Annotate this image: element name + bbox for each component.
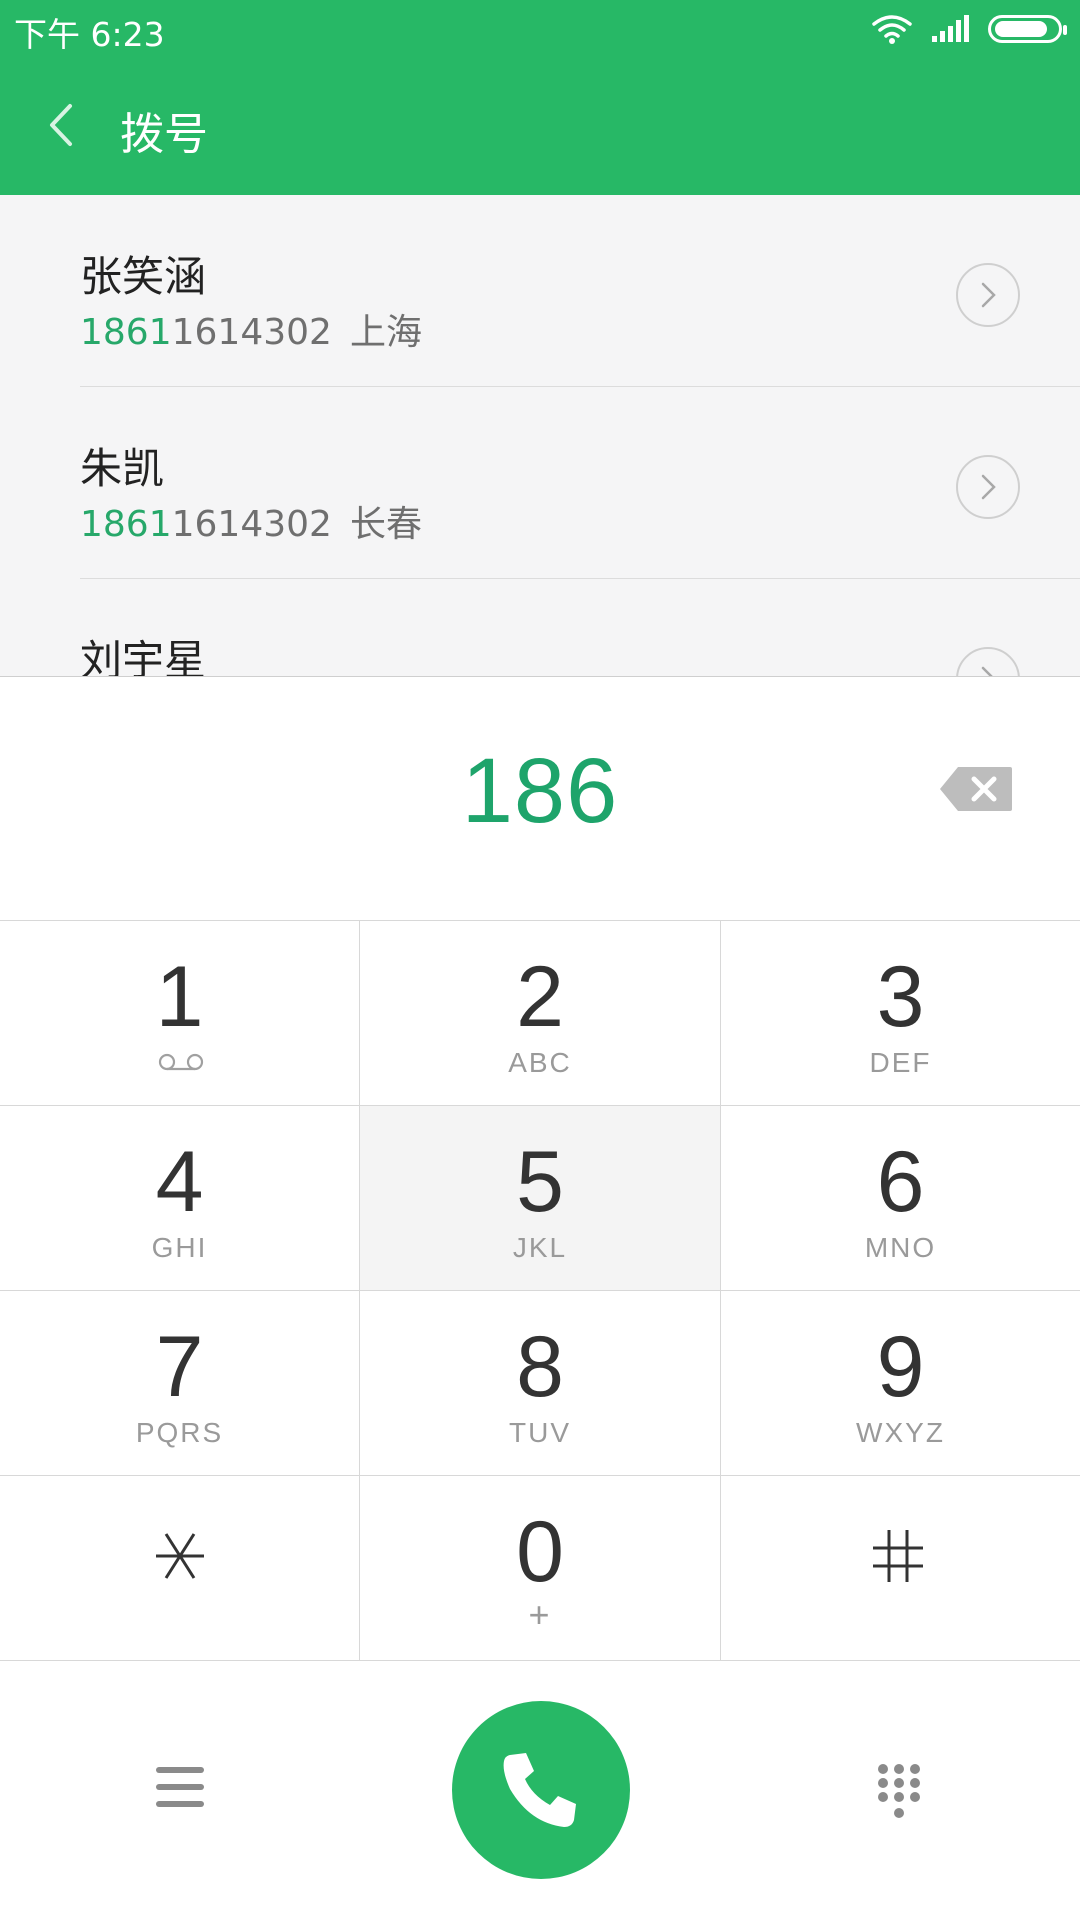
menu-icon[interactable]: [156, 1765, 204, 1809]
chevron-right-icon: [981, 282, 996, 308]
key-letters: WXYZ: [856, 1417, 945, 1448]
key-8[interactable]: 8 TUV: [360, 1291, 721, 1476]
phone-icon: [503, 1753, 576, 1827]
key-4[interactable]: 4 GHI: [0, 1106, 360, 1291]
key-digit: 7: [155, 1319, 204, 1415]
dialpad: 1 2 ABC 3 DEF 4 GHI 5 JKL 6 MNO 7 PQRS 8…: [0, 921, 1080, 1661]
chevron-right-icon: [981, 474, 996, 500]
key-7[interactable]: 7 PQRS: [0, 1291, 360, 1476]
contact-location: 上海: [349, 312, 422, 353]
list-item[interactable]: 刘宇星: [0, 579, 1080, 677]
key-digit: 1: [155, 949, 204, 1045]
key-3[interactable]: 3 DEF: [721, 921, 1080, 1106]
key-digit: 0: [516, 1504, 564, 1600]
list-item[interactable]: 张笑涵 18611614302 上海: [0, 195, 1080, 387]
key-9[interactable]: 9 WXYZ: [721, 1291, 1080, 1476]
contact-location: 长春: [349, 504, 422, 545]
key-digit: 6: [876, 1134, 925, 1230]
status-time: 下午 6:23: [14, 15, 165, 54]
asterisk-icon: [156, 1533, 204, 1579]
number-display: 186: [0, 677, 1080, 921]
key-0[interactable]: 0 +: [360, 1476, 721, 1661]
number-rest: 1614302: [171, 504, 332, 545]
contact-suggestions-list: 张笑涵 18611614302 上海 朱凯 18611614302 长春 刘宇星: [0, 195, 1080, 677]
app-header: 下午 6:23 拨号: [0, 0, 1080, 195]
contact-detail-button[interactable]: [956, 263, 1020, 327]
number-rest: 1614302: [171, 312, 332, 353]
dialed-number: 186: [461, 740, 619, 842]
battery-icon: [988, 15, 1067, 43]
bottom-bar: [0, 1661, 1080, 1920]
key-letters: +: [528, 1594, 552, 1635]
dialpad-icon[interactable]: [876, 1763, 922, 1823]
key-digit: 4: [155, 1134, 204, 1230]
key-letters: JKL: [512, 1232, 568, 1263]
chevron-left-icon[interactable]: [40, 100, 80, 150]
key-digit: 8: [516, 1319, 564, 1415]
key-6[interactable]: 6 MNO: [721, 1106, 1080, 1291]
contact-name: 朱凯: [80, 444, 165, 493]
contact-number: 18611614302 长春: [80, 495, 422, 547]
number-match-highlight: 1861: [80, 312, 172, 353]
contact-name: 张笑涵: [80, 252, 207, 301]
call-button[interactable]: [452, 1701, 630, 1879]
page-title: 拨号: [120, 109, 208, 160]
backspace-icon[interactable]: [938, 765, 1014, 813]
wifi-icon: [872, 15, 912, 44]
key-digit: 3: [876, 949, 925, 1045]
status-bar: 下午 6:23: [0, 0, 1080, 58]
key-digit: 9: [876, 1319, 925, 1415]
key-hash[interactable]: [721, 1476, 1080, 1661]
key-letters: DEF: [869, 1047, 932, 1078]
list-item[interactable]: 朱凯 18611614302 长春: [0, 387, 1080, 579]
number-match-highlight: 1861: [80, 504, 172, 545]
key-letters: MNO: [864, 1232, 937, 1263]
nav-bar: 拨号: [0, 70, 1080, 180]
key-5[interactable]: 5 JKL: [360, 1106, 721, 1291]
contact-number: 18611614302 上海: [80, 303, 422, 355]
hash-icon: [873, 1530, 923, 1582]
key-letters: TUV: [509, 1417, 571, 1448]
voicemail-icon: [158, 1053, 204, 1071]
key-star[interactable]: [0, 1476, 360, 1661]
contact-detail-button[interactable]: [956, 647, 1020, 677]
key-1[interactable]: 1: [0, 921, 360, 1106]
contact-detail-button[interactable]: [956, 455, 1020, 519]
key-letters: GHI: [151, 1232, 208, 1263]
key-letters: PQRS: [135, 1417, 224, 1448]
signal-icon: [932, 15, 969, 42]
key-letters: ABC: [508, 1047, 572, 1078]
key-2[interactable]: 2 ABC: [360, 921, 721, 1106]
key-digit: 5: [516, 1134, 564, 1230]
contact-name: 刘宇星: [80, 636, 207, 677]
key-digit: 2: [516, 949, 564, 1045]
status-icons: [872, 12, 1067, 46]
